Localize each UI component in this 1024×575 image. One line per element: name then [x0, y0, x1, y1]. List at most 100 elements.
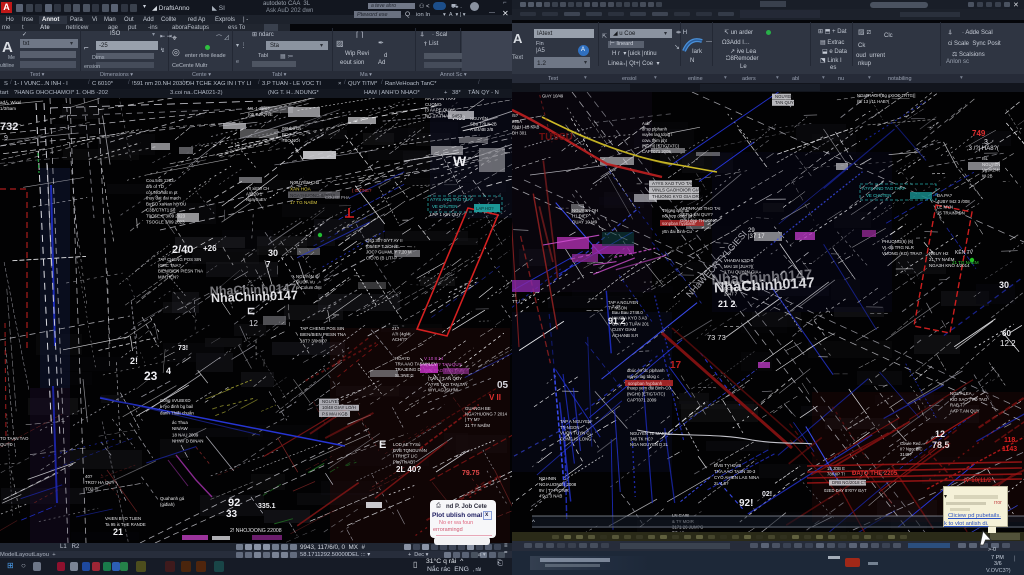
svg-text:Y? xiEW CH: Y? xiEW CH [246, 186, 269, 191]
svg-text:1 TAI QUYêN GIA: 1 TAI QUYêN GIA [724, 270, 759, 275]
svg-text:NGIAUONG | 2008: NGIAUONG | 2008 [539, 482, 577, 487]
svg-text:E: E [379, 439, 386, 451]
svg-text:.3: .3 [982, 139, 988, 146]
svg-text:73!: 73! [178, 345, 188, 352]
svg-text:TRO? HA QUY: TRO? HA QUY [85, 480, 115, 485]
svg-text:+26: +26 [203, 244, 217, 253]
svg-text:9453: 9453 [452, 114, 463, 119]
svg-text:V II: V II [489, 393, 501, 402]
svg-text:QUOA Vu: QUOA Vu [296, 280, 315, 285]
svg-text:21: 21 [113, 527, 123, 537]
svg-text:BIEN/BIEN PIESN TNA: BIEN/BIEN PIESN TNA [158, 269, 203, 274]
svg-text:TƯ9SU: TƯ9SU [539, 132, 573, 143]
svg-text:(giđiah): (giđiah) [160, 502, 175, 507]
svg-text:,3 /?| HA8?(: ,3 /?| HA8?( [967, 146, 999, 152]
svg-text:NGUY LEA: NGUY LEA [950, 391, 972, 396]
svg-text:A?YS AND TAO TAAY: A?YS AND TAO TAAY [430, 197, 473, 202]
svg-text:HOA?D: HOA?D [395, 356, 410, 361]
svg-text:I5L: I5L [982, 156, 989, 161]
svg-text:NIN/AW: NIN/AW [172, 426, 189, 431]
svg-text:40?: 40? [85, 474, 93, 479]
svg-text:covь thim pht: covь thim pht [642, 138, 668, 143]
svg-text:đi sp plphanh: đi sp plphanh [642, 127, 668, 132]
svg-text:W: W [453, 153, 467, 169]
svg-text:T9O5E.C 3/09 2023: T9O5E.C 3/09 2023 [146, 213, 186, 218]
svg-text:ACH/??: ACH/?? [392, 337, 408, 342]
svg-text:LAP HO?: LAP HO? [476, 206, 494, 211]
svg-text:thuep yem đai Binh-Cu: thuep yem đai Binh-Cu [627, 386, 671, 391]
svg-text:ACHANB S.R: ACHANB S.R [612, 333, 638, 338]
svg-text:1 |: 1 | [438, 110, 443, 115]
svg-text:CAPT071 2009: CAPT071 2009 [642, 149, 671, 154]
svg-text:NgaySuEV: NgaySuEV [246, 197, 267, 202]
svg-text:NGUYEN: NGUYEN [322, 399, 341, 404]
svg-text:BIEN/BIEN PIESN TNA: BIEN/BIEN PIESN TNA [300, 332, 346, 337]
svg-text:NGUYêN Q/: NGUYêN Q/ [296, 274, 320, 279]
svg-text:Bau Bau 2748.0: Bau Bau 2748.0 [724, 280, 755, 285]
svg-text:CUSY GIAM: CUSY GIAM [612, 327, 636, 332]
svg-text:7BO NOI: 7BO NOI [282, 138, 300, 143]
svg-text:17: 17 [670, 360, 682, 371]
svg-text:thuy đat đai mạch: thuy đat đai mạch [146, 196, 181, 201]
svg-text:12.2: 12.2 [1000, 339, 1016, 348]
svg-text:AA 1-TAN TAAY: AA 1-TAN TAAY [425, 98, 456, 101]
svg-text:⊏: ⊏ [247, 306, 255, 317]
svg-text:vuyen lag tdọig c: vuyen lag tdọig c [627, 374, 660, 379]
svg-text:W 2B: W 2B [982, 173, 993, 178]
svg-text:30: 30 [268, 248, 278, 258]
svg-text:vuyen lag tdọig l: vuyen lag tdọig l [642, 132, 672, 137]
svg-text:Aub: Aub [642, 121, 650, 126]
svg-text:TT /: TT / [512, 299, 521, 304]
svg-text:sonpban hypbanh: sonpban hypbanh [628, 381, 663, 386]
svg-text:VUONG (KO) TRAI?: VUONG (KO) TRAI? [882, 251, 923, 256]
svg-text:33: 33 [226, 509, 238, 520]
svg-text:DRB NG/2018 CT: DRB NG/2018 CT [832, 480, 867, 485]
svg-text:QCD8 LHTQ? BGa: QCD8 LHTQ? BGa [724, 286, 761, 291]
svg-text:.9: .9 [2, 135, 8, 142]
svg-text:AAP T.AN QUY: AAP T.AN QUY [950, 408, 980, 413]
svg-text:TRA AAO TASNHLEV: TRA AAO TASNHLEV [395, 362, 437, 367]
svg-text:A?YS XAO TVO TAI: A?YS XAO TVO TAI [652, 181, 693, 186]
svg-text:(Bf 13 |/11 HAB?(: (Bf 13 |/11 HAB?( [857, 99, 890, 104]
svg-text:đ/b of TD: đ/b of TD [146, 184, 164, 189]
svg-text:18T? 3/0 8/0?: 18T? 3/0 8/0? [300, 338, 328, 343]
svg-text:PHUONG(6) (6): PHUONG(6) (6) [882, 239, 914, 244]
svg-text:335.1: 335.1 [258, 503, 276, 510]
svg-text:25 TRAINAĐN: 25 TRAINAĐN [937, 210, 965, 215]
svg-text:NGUYÊN: NGUYÊN [982, 162, 1000, 167]
svg-text:côUNG/hất m pt: côUNG/hất m pt [146, 190, 178, 195]
svg-text:118: 118 [1004, 437, 1015, 444]
svg-text:2L 40?: 2L 40? [396, 465, 421, 474]
svg-text:VE CHUTEN: VE CHUTEN [866, 193, 891, 198]
svg-text:LOD AE TYSú: LOD AE TYSú [393, 442, 421, 447]
svg-text:QUYĐ: QUYĐ [0, 442, 13, 447]
svg-text:P.6 MAI KGB: P.6 MAI KGB [322, 411, 348, 416]
svg-text:CAPT071 2009: CAPT071 2009 [627, 398, 657, 403]
svg-text:đbúc òn dc plphanh: đbúc òn dc plphanh [627, 368, 665, 373]
svg-text:2! NHOJOONG 22008: 2! NHOJOONG 22008 [230, 528, 282, 534]
svg-text:MIN HEN?: MIN HEN? [158, 274, 179, 279]
svg-text:|V 10(11/2: |V 10(11/2 [964, 478, 992, 484]
svg-text:91 2: 91 2 [608, 316, 626, 326]
svg-text:15 JOB E: 15 JOB E [827, 466, 845, 471]
svg-text:12: 12 [935, 429, 945, 439]
svg-text:ĐATQ THE 2205: ĐATQ THE 2205 [852, 471, 898, 477]
svg-text:Q5? 30? 0/YT AY II: Q5? 30? 0/YT AY II [366, 238, 403, 243]
svg-text:Bau Bau 2748.0: Bau Bau 2748.0 [612, 310, 643, 315]
svg-text:2!: 2! [512, 293, 516, 298]
svg-text:KÊN TV: KÊN TV [955, 248, 974, 256]
svg-text:Cou.545 1283: Cou.545 1283 [146, 178, 174, 183]
svg-text:(05/IEP T.2/OH/E: (05/IEP T.2/OH/E [366, 244, 399, 249]
svg-text:p/ Colum đmI: p/ Colum đmI [296, 285, 322, 290]
svg-text:TAP A NGUYEN: TAP A NGUYEN [560, 419, 591, 424]
svg-text:/5?: /5? [512, 113, 519, 118]
svg-text:I TRHET LIC: I TRHET LIC [393, 454, 417, 459]
svg-text:TRAJEING D: TRAJEING D [395, 367, 421, 372]
svg-text:7: 7 [266, 260, 271, 269]
svg-text:LE MYN: LE MYN [937, 205, 953, 210]
svg-text:GIAI đẹp THUONG: GIAI đẹp THUONG [680, 218, 718, 223]
svg-text:ĐA.PA?: ĐA.PA? [937, 193, 953, 198]
svg-text:2/40: 2/40 [172, 244, 193, 256]
svg-text:yttn đai Binh-Cu: yttn đai Binh-Cu [662, 229, 692, 234]
svg-text:73 73: 73 73 [707, 333, 726, 342]
